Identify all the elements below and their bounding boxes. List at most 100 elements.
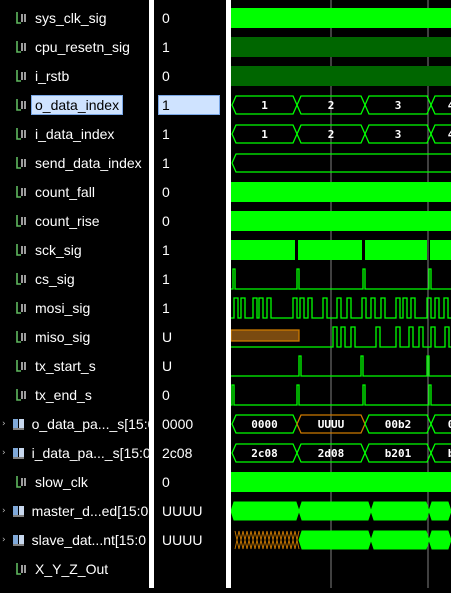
waveform-canvas[interactable]: 123412340000UUUU00b202c082d08b201b [230,0,451,588]
signal-name[interactable]: i_data_pa..._s[15:0 [28,443,149,463]
signal-name[interactable]: sys_clk_sig [31,8,111,28]
wave-i-rstb [231,66,451,86]
wave-slave-data-hatch-stroke [242,530,248,550]
signal-row[interactable]: cs_sig [0,264,149,293]
wave-slave-data-undefined-hatch [234,530,300,550]
signal-name[interactable]: tx_start_s [31,356,100,376]
wave-slave-data-hatch-stroke [250,530,256,550]
wave-slave-data-segment [370,530,430,550]
signal-name[interactable]: slow_clk [31,472,92,492]
signal-name[interactable]: i_data_index [31,124,118,144]
signal-row[interactable]: i_rstb [0,61,149,90]
signal-value: 0 [162,386,170,403]
signal-row[interactable]: › slave_dat...nt[15:0 [0,525,149,554]
signal-row[interactable]: i_data_index [0,119,149,148]
bus-signal-icon [12,446,24,460]
signal-value-row: 0 [154,3,226,32]
signal-name[interactable]: o_data_index [31,94,124,115]
signal-value: 1 [162,299,170,316]
signal-name[interactable]: sck_sig [31,240,86,260]
signal-value-row: 0 [154,380,226,409]
signal-name[interactable]: i_rstb [31,66,73,86]
signal-value-row: 1 [154,119,226,148]
wave-sck-sig-pulse [231,240,295,260]
signal-value: 0 [162,212,170,229]
signal-name[interactable]: mosi_sig [31,298,94,318]
signal-value: 1 [162,154,170,171]
signal-value-row: 0 [154,467,226,496]
wave-master-data-segment [298,501,372,521]
signal-value-row: UUUU [154,525,226,554]
signal-row[interactable]: › i_data_pa..._s[15:0 [0,438,149,467]
wave-slave-data-hatch-stroke [238,530,244,550]
wave-sck-sig-pulse [298,240,362,260]
signal-name[interactable]: master_d...ed[15:0 [28,501,149,521]
signal-row[interactable]: mosi_sig [0,293,149,322]
wave-sck-sig-pulse [365,240,427,260]
signal-row[interactable]: › master_d...ed[15:0 [0,496,149,525]
wave-slave-data-hatch-stroke [278,530,284,550]
wave-miso-sig-undefined [230,329,300,342]
logic-signal-icon [15,214,27,228]
signal-row[interactable]: tx_end_s [0,380,149,409]
wave-o-data-index-value-label: 1 [261,99,268,112]
signal-name[interactable]: send_data_index [31,153,146,173]
wave-slave-data-hatch-stroke [282,530,288,550]
signal-row[interactable]: cpu_resetn_sig [0,32,149,61]
signal-value-row: U [154,351,226,380]
signal-row[interactable]: o_data_index [0,90,149,119]
signal-name[interactable]: miso_sig [31,327,94,347]
wave-cpu-resetn-sig [231,37,451,57]
signal-value-row: 1 [154,90,226,119]
expand-arrow-icon[interactable]: › [2,448,6,458]
signal-row[interactable]: sck_sig [0,235,149,264]
signal-name[interactable]: cs_sig [31,269,79,289]
signal-value: 1 [162,270,170,287]
wave-slave-data-hatch-stroke [254,530,260,550]
wave-sys-clk-sig [231,8,451,28]
signal-row[interactable]: tx_start_s [0,351,149,380]
bus-signal-icon [12,417,24,431]
logic-signal-icon [15,359,27,373]
wave-o-data-index-value-label: 2 [328,99,335,112]
wave-i-data-parallel-value-label: 2d08 [318,447,345,460]
signal-name[interactable]: o_data_pa..._s[15:0 [28,414,149,434]
signal-row[interactable]: count_rise [0,206,149,235]
signal-name[interactable]: count_fall [31,182,99,202]
signal-row[interactable]: count_fall [0,177,149,206]
wave-slave-data-hatch-stroke [290,530,296,550]
logic-signal-icon [15,11,27,25]
signal-name[interactable]: tx_end_s [31,385,96,405]
wave-slave-data-hatch-stroke [266,530,272,550]
bus-signal-icon [12,533,24,547]
signal-row[interactable]: › o_data_pa..._s[15:0 [0,409,149,438]
waveform-pane[interactable]: 123412340000UUUU00b202c082d08b201b [230,0,451,588]
signal-row[interactable]: X_Y_Z_Out [0,554,149,583]
wave-i-data-index-value-label: 1 [261,128,268,141]
signal-name[interactable]: count_rise [31,211,104,231]
wave-i-data-parallel-value-label: 2c08 [251,447,278,460]
expand-arrow-icon[interactable]: › [2,506,6,516]
logic-signal-icon [15,69,27,83]
wave-slave-data-hatch-stroke [274,530,280,550]
signal-row[interactable]: send_data_index [0,148,149,177]
wave-mosi-sig [231,297,451,319]
signal-value: 0 [162,9,170,26]
signal-value: 0 [162,183,170,200]
signal-value: 1 [162,38,170,55]
signal-value-row: 0000 [154,409,226,438]
signal-value-row: 2c08 [154,438,226,467]
signal-value-row: 1 [154,264,226,293]
signal-row[interactable]: miso_sig [0,322,149,351]
signal-row[interactable]: sys_clk_sig [0,3,149,32]
logic-signal-icon [15,330,27,344]
signal-value: 1 [162,125,170,142]
signal-name[interactable]: X_Y_Z_Out [31,559,112,579]
signal-row[interactable]: slow_clk [0,467,149,496]
logic-signal-icon [15,301,27,315]
signal-name[interactable]: cpu_resetn_sig [31,37,134,57]
signal-name[interactable]: slave_dat...nt[15:0 [28,530,149,550]
wave-o-data-index-value-label: 3 [395,99,402,112]
expand-arrow-icon[interactable]: › [2,419,6,429]
expand-arrow-icon[interactable]: › [2,535,6,545]
